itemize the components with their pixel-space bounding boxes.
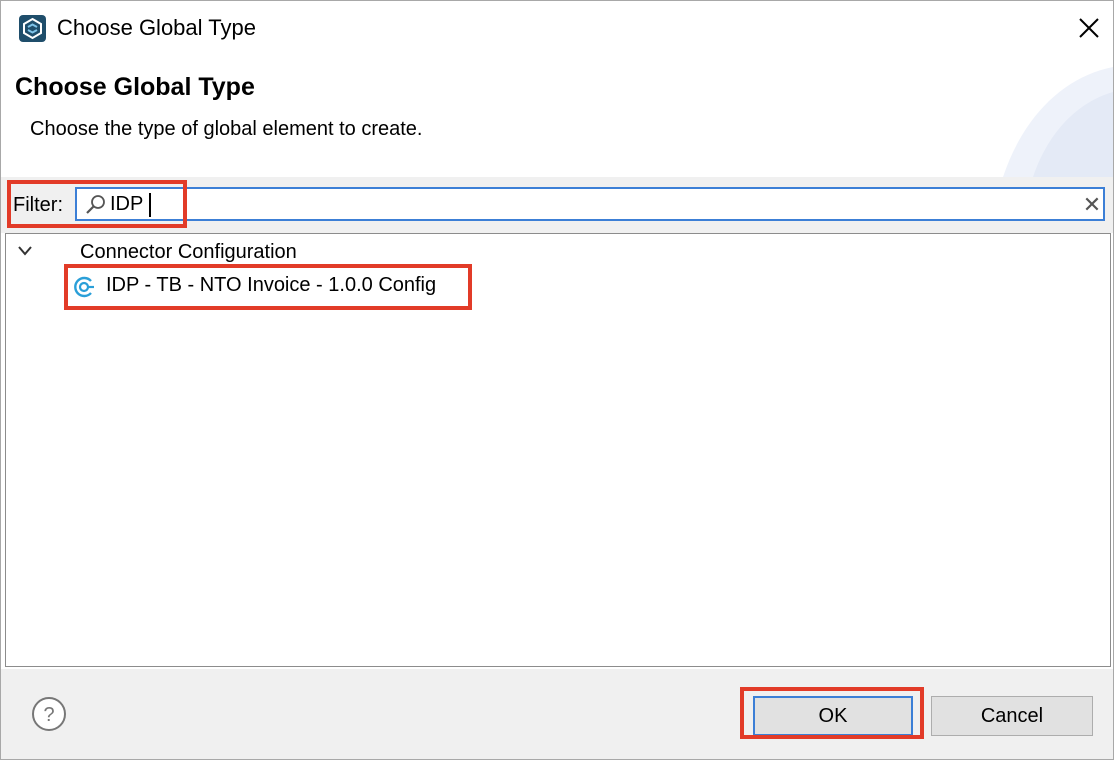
banner-decoration <box>1003 67 1113 177</box>
title-bar: Choose Global Type <box>1 1 1113 57</box>
search-icon <box>86 195 105 214</box>
anypoint-studio-icon <box>19 15 46 42</box>
chevron-down-icon[interactable] <box>16 244 34 258</box>
tree-item-label: IDP - TB - NTO Invoice - 1.0.0 Config <box>106 274 437 296</box>
page-title: Choose Global Type <box>15 73 255 101</box>
filter-field[interactable]: ✕ <box>75 187 1105 221</box>
tree-item-idp-config[interactable]: IDP - TB - NTO Invoice - 1.0.0 Config <box>68 268 470 306</box>
ok-button[interactable]: OK <box>753 696 913 736</box>
tree-group-label: Connector Configuration <box>80 241 297 263</box>
svg-text:?: ? <box>43 704 54 726</box>
help-icon[interactable]: ? <box>31 696 67 732</box>
filter-input[interactable] <box>110 191 1070 217</box>
choose-global-type-dialog: Choose Global Type Choose Global Type Ch… <box>0 0 1114 760</box>
filter-label: Filter: <box>13 194 63 216</box>
footer: ? OK Cancel <box>1 669 1113 759</box>
header-banner: Choose Global Type Choose the type of gl… <box>1 57 1113 177</box>
window-title: Choose Global Type <box>57 15 256 40</box>
clear-icon[interactable]: ✕ <box>1081 193 1103 217</box>
page-description: Choose the type of global element to cre… <box>30 118 423 140</box>
filter-row: Filter: ✕ <box>1 177 1113 233</box>
text-caret <box>149 193 151 217</box>
close-button[interactable] <box>1071 9 1107 47</box>
tree-group-connector-configuration[interactable]: Connector Configuration <box>6 234 1110 268</box>
close-icon <box>1079 18 1099 38</box>
connector-icon <box>74 276 94 298</box>
global-type-tree: Connector Configuration IDP - TB - NTO I… <box>5 233 1111 667</box>
cancel-button[interactable]: Cancel <box>931 696 1093 736</box>
